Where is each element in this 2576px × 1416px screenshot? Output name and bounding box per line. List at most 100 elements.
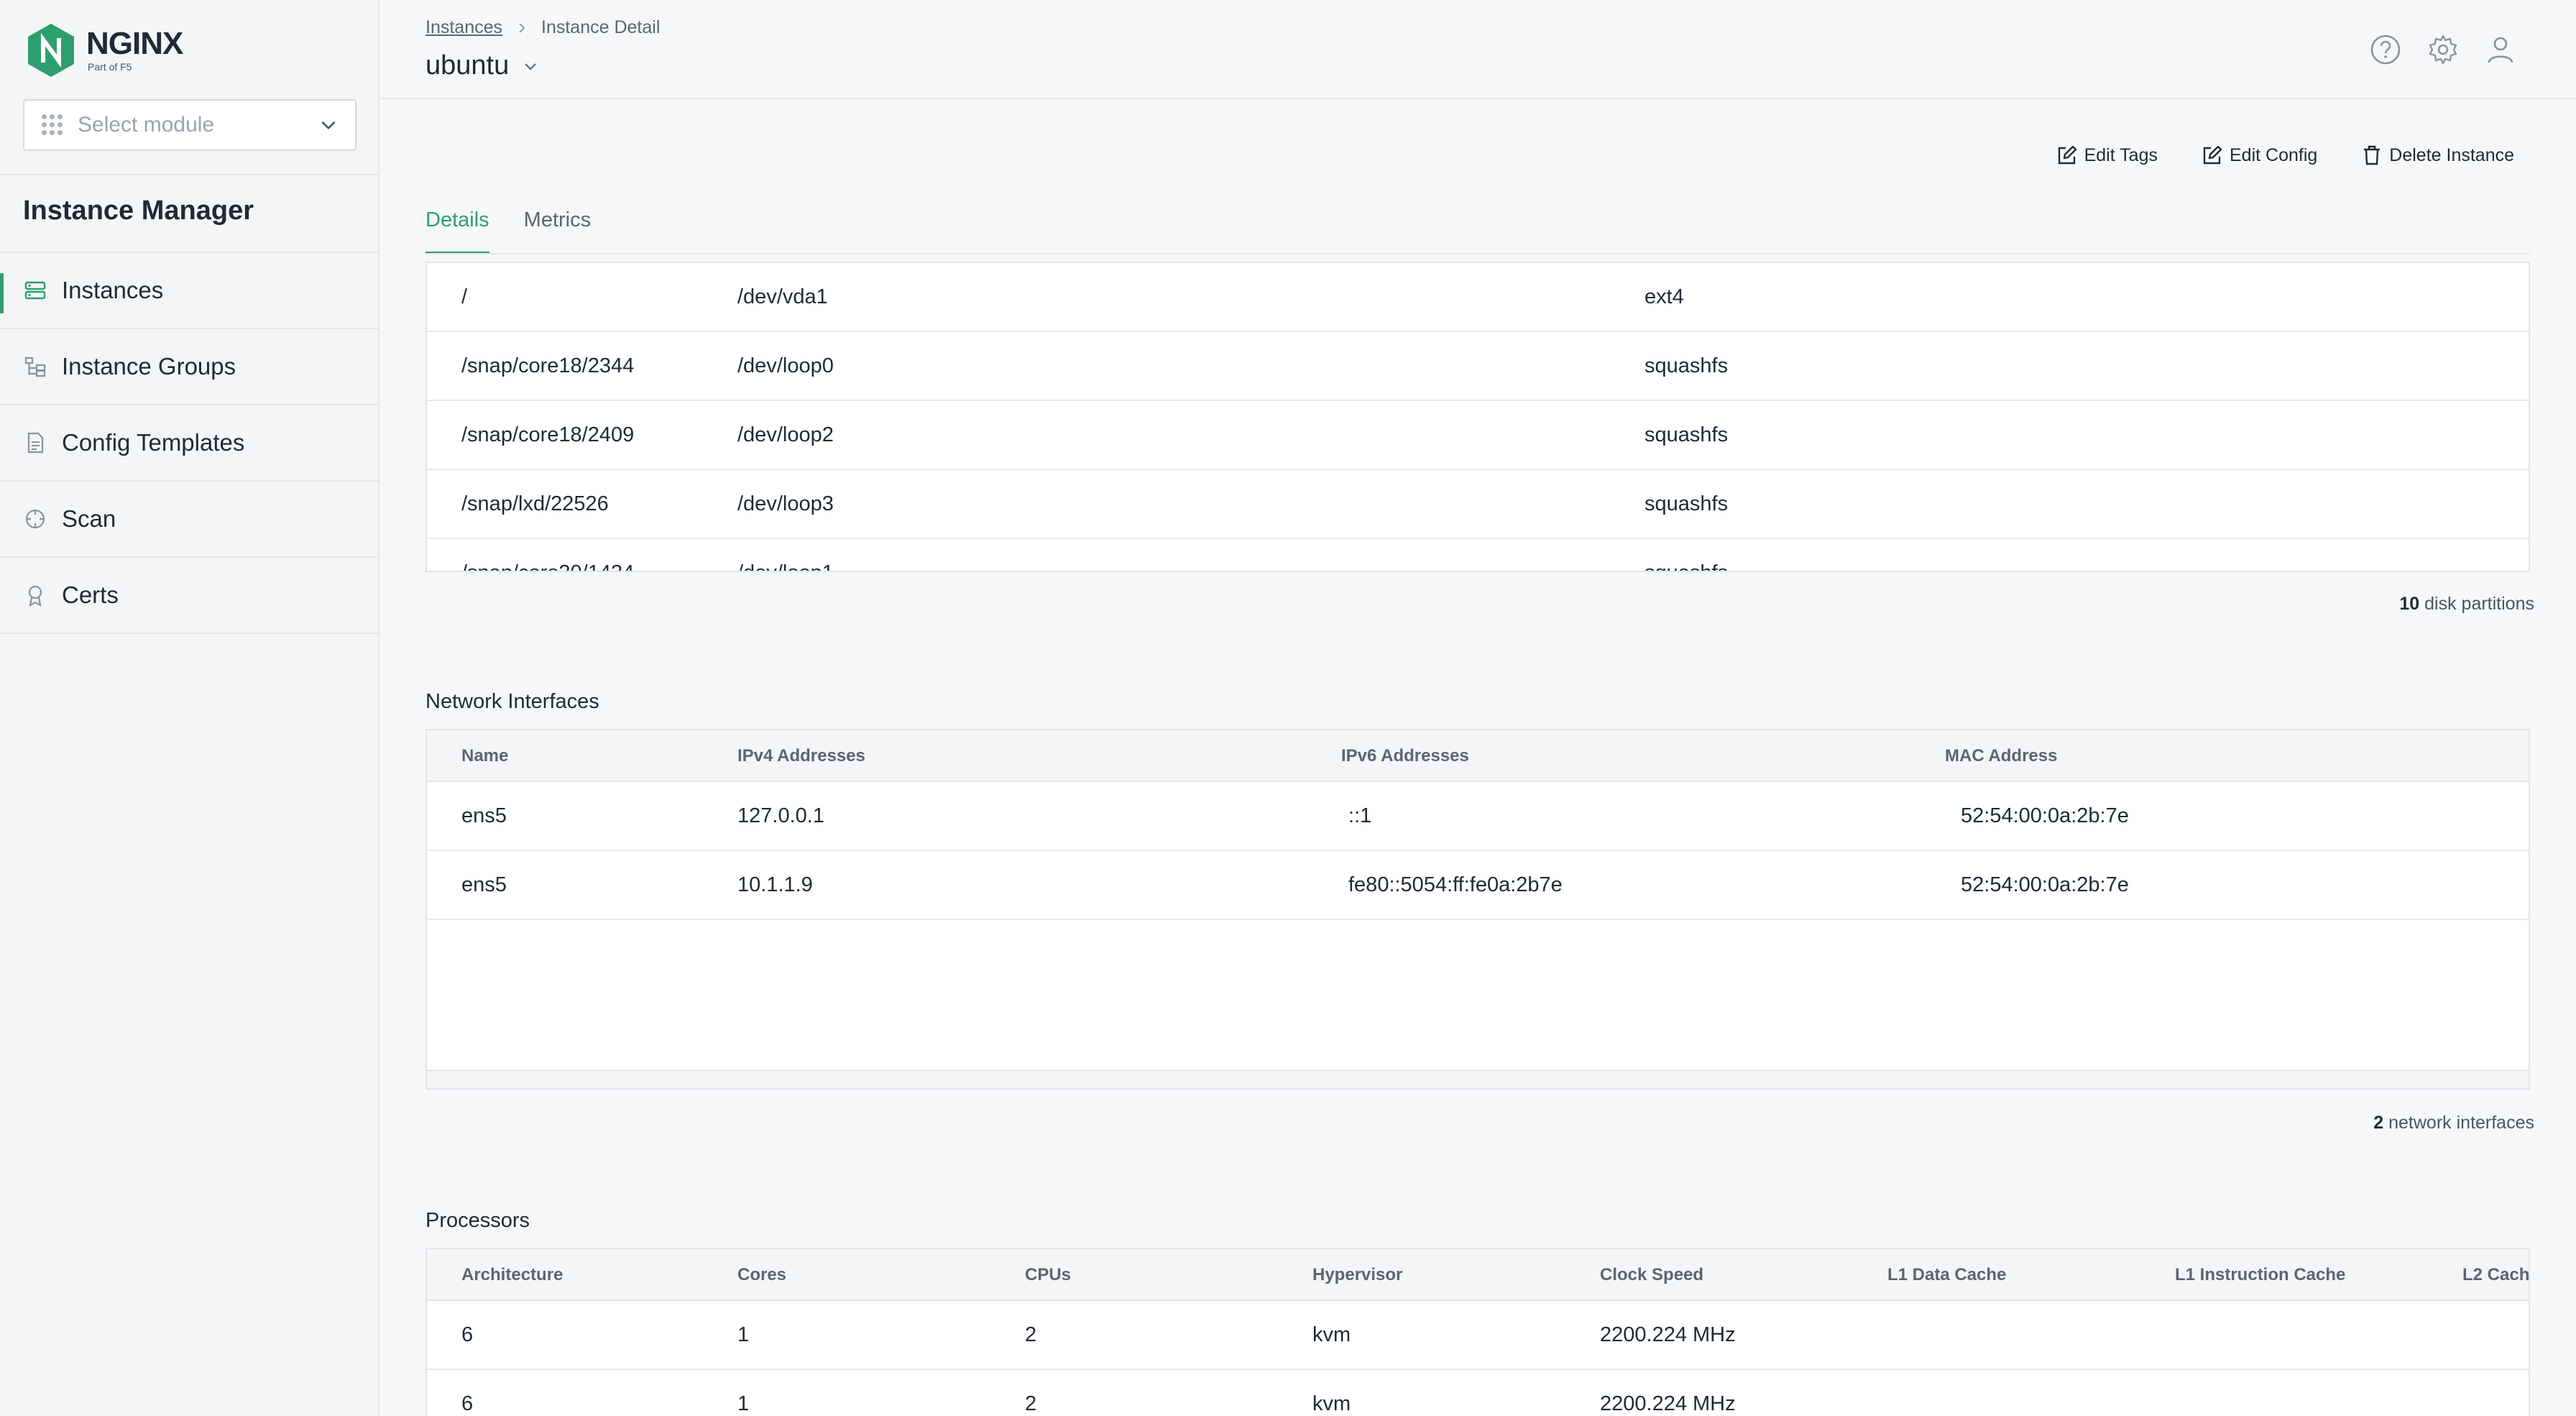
table-row: / /dev/vda1 ext4: [427, 263, 2529, 332]
fs-type: ext4: [1644, 285, 1684, 308]
disk-partitions-count-value: 10: [2399, 594, 2420, 614]
app: NGINX Part of F5 Select module Instance …: [0, 0, 2576, 1416]
certificate-icon: [23, 583, 47, 607]
column-header: L2 Cach: [2462, 1265, 2530, 1284]
interface-name: ens5: [461, 873, 507, 896]
column-header: Hypervisor: [1312, 1265, 1403, 1284]
tab-details[interactable]: Details: [426, 206, 489, 254]
fs-type: squashfs: [1644, 539, 1728, 571]
disk-partitions-count: 10 disk partitions: [2399, 594, 2534, 615]
sidebar-item-instances[interactable]: Instances: [0, 253, 378, 329]
sidebar-nav: Instances Instance Groups Config Templat…: [0, 253, 378, 634]
column-header: IPv6 Addresses: [1341, 746, 1469, 766]
sidebar-divider: [0, 174, 380, 175]
disk-partitions-count-label: disk partitions: [2424, 594, 2534, 614]
clock-speed: 2200.224 MHz: [1600, 1392, 1736, 1415]
column-header: CPUs: [1025, 1265, 1072, 1284]
detail-tabs: Details Metrics: [426, 206, 625, 254]
sidebar-item-config-templates[interactable]: Config Templates: [0, 405, 378, 482]
instance-switcher[interactable]: ubuntu: [426, 50, 539, 81]
table-row: /snap/core18/2344 /dev/loop0 squashfs: [427, 332, 2529, 401]
module-select[interactable]: Select module: [23, 99, 356, 151]
column-header: Cores: [737, 1265, 787, 1284]
breadcrumb-current: Instance Detail: [541, 17, 661, 37]
main-content: Instances Instance Detail ubuntu Edit Ta…: [381, 0, 2576, 1416]
table-row: /snap/core20/1434 /dev/loop1 squashfs: [427, 539, 2529, 571]
tab-metrics[interactable]: Metrics: [524, 206, 591, 254]
horizontal-scrollbar[interactable]: [427, 1070, 2529, 1088]
column-header: MAC Address: [1945, 746, 2058, 766]
architecture: 6: [461, 1392, 474, 1415]
sidebar-item-label: Instances: [62, 277, 164, 303]
table-row: /snap/lxd/22526 /dev/loop3 squashfs: [427, 470, 2529, 539]
disk-partitions-table[interactable]: / /dev/vda1 ext4 /snap/core18/2344 /dev/…: [426, 262, 2530, 572]
table-row: ens5 127.0.0.1 ::1 52:54:00:0a:2b:7e: [427, 782, 2529, 851]
interface-name: ens5: [461, 804, 507, 827]
processors-table[interactable]: Architecture Cores CPUs Hypervisor Clock…: [426, 1248, 2530, 1416]
mount-point: /snap/core18/2344: [461, 354, 635, 377]
sidebar: NGINX Part of F5 Select module Instance …: [0, 0, 380, 1416]
table-row: /snap/core18/2409 /dev/loop2 squashfs: [427, 401, 2529, 470]
ipv4-address: 10.1.1.9: [737, 873, 813, 896]
table-header: Name IPv4 Addresses IPv6 Addresses MAC A…: [427, 730, 2529, 782]
edit-icon: [2058, 145, 2076, 165]
header-icons: [2346, 32, 2518, 68]
hypervisor: kvm: [1312, 1392, 1351, 1415]
edit-tags-label: Edit Tags: [2084, 144, 2158, 165]
sidebar-item-label: Instance Groups: [62, 353, 236, 380]
settings-button[interactable]: [2425, 32, 2461, 68]
edit-icon: [2203, 145, 2222, 165]
mac-address: 52:54:00:0a:2b:7e: [1961, 804, 2129, 827]
breadcrumb-instances-link[interactable]: Instances: [426, 17, 502, 38]
column-header: L1 Instruction Cache: [2175, 1265, 2346, 1284]
cpus: 2: [1025, 1392, 1037, 1415]
brand-subtitle: Part of F5: [88, 61, 132, 73]
tabs-divider: [426, 253, 2530, 254]
chevron-down-icon: [525, 63, 537, 70]
edit-tags-button[interactable]: Edit Tags: [2056, 144, 2158, 167]
help-button[interactable]: [2368, 32, 2404, 68]
user-menu-button[interactable]: [2483, 32, 2518, 68]
cores: 1: [737, 1323, 750, 1346]
user-icon: [2488, 37, 2513, 63]
nginx-logo[interactable]: NGINX Part of F5: [26, 22, 183, 79]
network-interfaces-table[interactable]: Name IPv4 Addresses IPv6 Addresses MAC A…: [426, 729, 2530, 1090]
network-interfaces-count-label: network interfaces: [2388, 1113, 2534, 1133]
gear-icon: [2429, 35, 2457, 65]
network-interfaces-count-value: 2: [2373, 1113, 2384, 1133]
delete-instance-label: Delete Instance: [2389, 144, 2514, 165]
device: /dev/vda1: [737, 285, 828, 308]
delete-instance-button[interactable]: Delete Instance: [2360, 144, 2514, 167]
cores: 1: [737, 1392, 750, 1415]
column-header: Architecture: [461, 1265, 564, 1284]
mount-point: /: [461, 285, 468, 308]
device: /dev/loop2: [737, 423, 834, 446]
network-interfaces-count: 2 network interfaces: [2373, 1113, 2534, 1134]
sidebar-item-label: Config Templates: [62, 429, 245, 456]
mount-point: /snap/lxd/22526: [461, 492, 609, 515]
edit-config-button[interactable]: Edit Config: [2201, 144, 2317, 167]
architecture: 6: [461, 1323, 474, 1346]
sidebar-item-label: Certs: [62, 581, 119, 608]
column-header: Name: [461, 746, 509, 766]
mac-address: 52:54:00:0a:2b:7e: [1961, 873, 2129, 896]
sidebar-item-instance-groups[interactable]: Instance Groups: [0, 329, 378, 405]
mount-point: /snap/core20/1434: [461, 539, 634, 571]
column-header: L1 Data Cache: [1887, 1265, 2007, 1284]
device: /dev/loop0: [737, 354, 834, 377]
ipv6-address: fe80::5054:ff:fe0a:2b7e: [1348, 873, 1563, 896]
fs-type: squashfs: [1644, 423, 1729, 446]
grid-icon: [42, 114, 63, 136]
sidebar-item-certs[interactable]: Certs: [0, 558, 378, 634]
clock-speed: 2200.224 MHz: [1600, 1323, 1736, 1346]
device: /dev/loop3: [737, 492, 834, 515]
server-icon: [23, 278, 47, 303]
target-icon: [23, 507, 47, 531]
instance-actions: Edit Tags Edit Config Delete Instance: [2012, 144, 2514, 167]
sidebar-item-scan[interactable]: Scan: [0, 482, 378, 558]
header: Instances Instance Detail ubuntu: [381, 0, 2576, 99]
table-row: ens5 10.1.1.9 fe80::5054:ff:fe0a:2b7e 52…: [427, 851, 2529, 920]
nginx-hexagon-icon: [28, 24, 74, 77]
cpus: 2: [1025, 1323, 1037, 1346]
help-icon: [2370, 35, 2401, 65]
